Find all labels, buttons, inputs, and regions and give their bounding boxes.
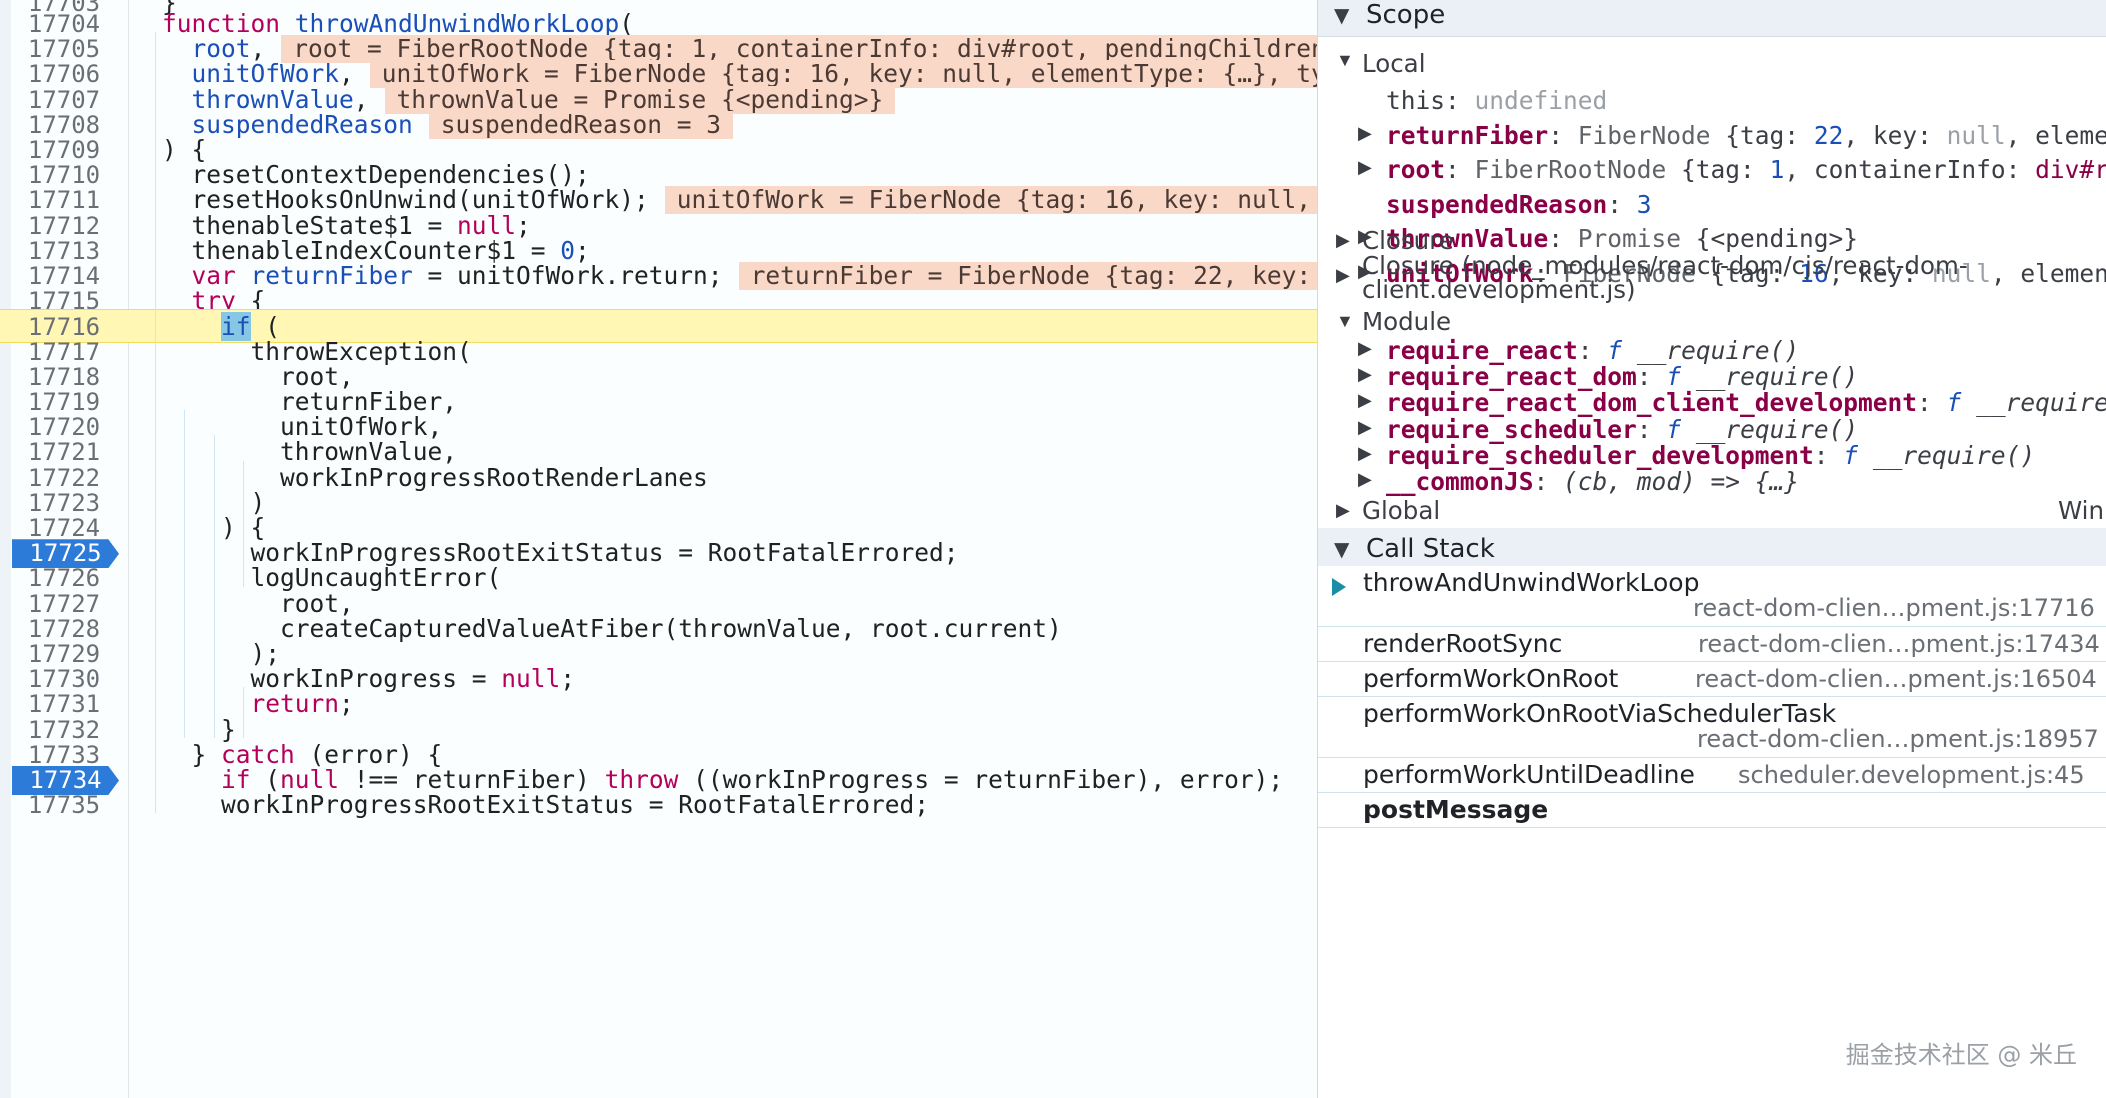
chevron-down-icon[interactable]: ▼: [1336, 50, 1354, 71]
line-number[interactable]: 17735: [12, 788, 116, 822]
chevron-right-icon[interactable]: ▶: [1358, 390, 1372, 411]
chevron-down-icon: ▼: [1334, 537, 1350, 561]
current-frame-arrow-icon: [1332, 578, 1346, 596]
callstack-frame[interactable]: postMessage: [1318, 793, 2106, 828]
frame-function-name: performWorkOnRoot: [1363, 664, 1619, 693]
scope-variable[interactable]: root: FiberRootNode {tag: 1, containerIn…: [1386, 153, 2106, 187]
indent-guide: [243, 460, 244, 587]
callstack-frame[interactable]: throwAndUnwindWorkLoop react-dom-clien…pm…: [1318, 566, 2106, 627]
source-editor[interactable]: 17703 } 17704 function throwAndUnwindWork…: [0, 0, 1317, 1098]
chevron-right-icon[interactable]: ▶: [1358, 443, 1372, 464]
frame-location: react-dom-clien…pment.js:18957: [1697, 725, 2099, 753]
frame-location: react-dom-clien…pment.js:16504: [1695, 665, 2097, 693]
frame-function-name: performWorkUntilDeadline: [1363, 760, 1695, 789]
indent-guide: [184, 410, 185, 738]
callstack-frame[interactable]: performWorkOnRoot react-dom-clien…pment.j…: [1318, 662, 2106, 697]
module-variable[interactable]: __commonJS: (cb, mod) => {…}: [1386, 465, 1799, 499]
scope-variable[interactable]: this: undefined: [1386, 84, 1607, 118]
scope-title: Scope: [1366, 0, 1446, 30]
callstack-frame[interactable]: renderRootSync react-dom-clien…pment.js:1…: [1318, 627, 2106, 662]
scope-global-value: Win: [2058, 496, 2105, 525]
chevron-down-icon[interactable]: ▼: [1336, 311, 1354, 332]
code-line: 17735 workInProgressRootExitStatus = Root…: [0, 788, 1317, 822]
scope-closure-module[interactable]: Closure (node_modules/react-dom/cjs/reac…: [1362, 253, 1968, 302]
chevron-right-icon[interactable]: ▶: [1336, 500, 1350, 521]
chevron-right-icon[interactable]: ▶: [1358, 338, 1372, 359]
scope-global[interactable]: Global: [1362, 494, 1440, 528]
callstack-title: Call Stack: [1366, 534, 1495, 564]
line-code: workInProgressRootExitStatus = RootFatal…: [221, 790, 930, 820]
scope-variable[interactable]: returnFiber: FiberNode {tag: 22, key: nu…: [1386, 119, 2106, 153]
callstack-frame[interactable]: performWorkOnRootViaSchedulerTask react-d…: [1318, 697, 2106, 758]
chevron-right-icon[interactable]: ▶: [1358, 364, 1372, 385]
chevron-right-icon[interactable]: ▶: [1358, 469, 1372, 490]
indent-guide: [155, 32, 156, 814]
scope-local-label[interactable]: Local: [1362, 47, 1426, 81]
chevron-right-icon[interactable]: ▶: [1358, 123, 1372, 144]
chevron-right-icon[interactable]: ▶: [1336, 265, 1350, 286]
frame-location: scheduler.development.js:45: [1738, 761, 2085, 789]
callstack-frame[interactable]: performWorkUntilDeadline scheduler.develo…: [1318, 758, 2106, 793]
frame-function-name: throwAndUnwindWorkLoop: [1363, 568, 1700, 597]
frame-function-name: postMessage: [1363, 795, 1549, 824]
chevron-down-icon: ▼: [1334, 3, 1350, 27]
scope-variable[interactable]: suspendedReason: 3: [1386, 188, 1652, 222]
frame-location: react-dom-clien…pment.js:17434: [1698, 630, 2100, 658]
frame-location: react-dom-clien…pment.js:17716: [1693, 594, 2095, 622]
frame-function-name: renderRootSync: [1363, 629, 1563, 658]
debugger-sidebar: ▼ Scope ▼ Local this: undefined ▶ returnFibe…: [1317, 0, 2106, 1098]
chevron-right-icon[interactable]: ▶: [1358, 157, 1372, 178]
watermark: 掘金技术社区 @ 米丘: [1845, 1041, 2077, 1069]
frame-function-name: performWorkOnRootViaSchedulerTask: [1363, 699, 1837, 728]
scope-header[interactable]: ▼ Scope: [1318, 0, 2106, 37]
callstack-header[interactable]: ▼ Call Stack: [1318, 528, 2106, 571]
indent-guide: [243, 687, 244, 738]
indent-guide: [214, 435, 215, 738]
chevron-right-icon[interactable]: ▶: [1336, 230, 1350, 251]
chevron-right-icon[interactable]: ▶: [1358, 417, 1372, 438]
